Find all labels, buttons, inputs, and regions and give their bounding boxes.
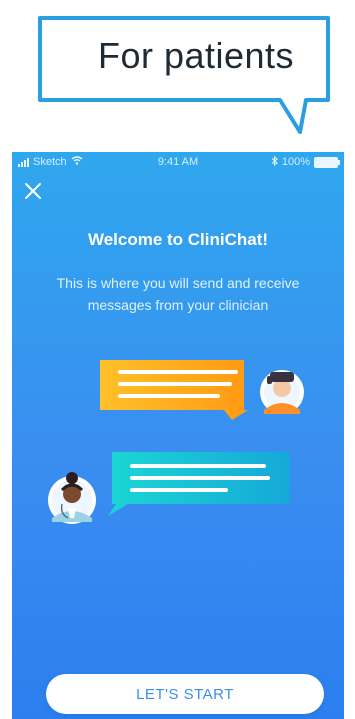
bubble-line (118, 394, 220, 398)
callout-banner: For patients (0, 0, 355, 140)
close-button[interactable] (20, 178, 46, 204)
chat-illustration (48, 360, 304, 524)
status-bar: Sketch 9:41 AM 100% (12, 152, 344, 172)
close-icon (25, 183, 41, 199)
status-time: 9:41 AM (157, 156, 199, 168)
bubble-line (130, 464, 266, 468)
patient-message-bubble (100, 360, 248, 420)
callout-label: For patients (97, 35, 295, 76)
bubble-line (130, 476, 270, 480)
lets-start-button[interactable]: LET'S START (46, 674, 324, 714)
bubble-line (118, 382, 232, 386)
battery-icon (314, 156, 340, 168)
patient-avatar-icon (260, 370, 304, 414)
welcome-title: Welcome to CliniChat! (87, 230, 269, 249)
clinician-avatar-icon (48, 472, 96, 524)
bubble-line (118, 370, 238, 374)
welcome-subtitle: This is where you will send and receive … (56, 275, 300, 313)
phone-screen: Sketch 9:41 AM 100% Welcome to CliniChat… (12, 152, 344, 719)
bubble-line (130, 488, 228, 492)
clinician-message-bubble (108, 452, 290, 516)
